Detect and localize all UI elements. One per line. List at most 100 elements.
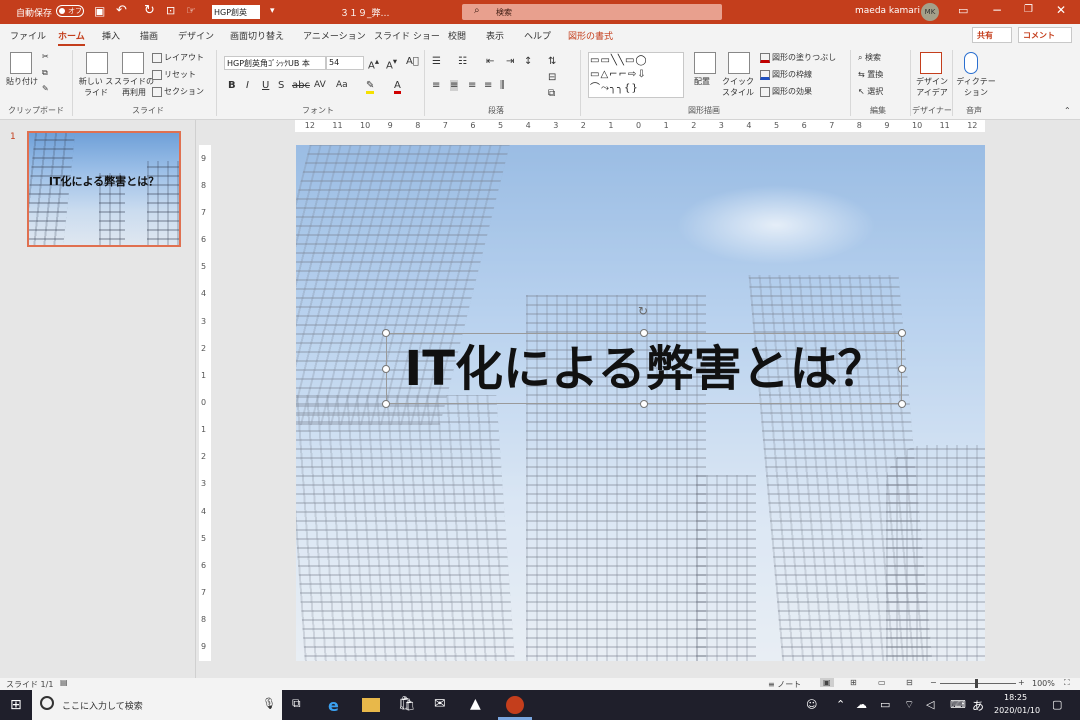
tab-home[interactable]: ホーム bbox=[58, 29, 85, 46]
reuse-slides-icon[interactable] bbox=[122, 52, 144, 74]
fit-slide-icon[interactable]: ⛶ bbox=[1064, 678, 1070, 688]
strike-icon[interactable]: abc bbox=[292, 80, 310, 91]
sorter-view-icon[interactable]: ⊞ bbox=[850, 678, 857, 687]
keyboard-icon[interactable]: ⌨ bbox=[950, 698, 966, 711]
resize-handle[interactable] bbox=[382, 365, 390, 373]
tab-review[interactable]: 校閲 bbox=[448, 29, 466, 42]
font-name-combo[interactable]: HGP創英角ｺﾞｼｯｸUB 本 bbox=[224, 56, 326, 70]
copy-icon[interactable]: ⧉ bbox=[42, 68, 48, 78]
select-button[interactable]: ↖ 選択 bbox=[858, 86, 883, 97]
shadow-icon[interactable]: S bbox=[278, 80, 284, 91]
notes-button[interactable]: ≡ ノート bbox=[768, 679, 801, 690]
bold-icon[interactable]: B bbox=[228, 80, 236, 91]
replace-button[interactable]: ⇆ 置換 bbox=[858, 69, 883, 80]
shape-outline-button[interactable]: 図形の枠線 bbox=[760, 69, 812, 80]
undo-icon[interactable]: ↶ bbox=[116, 3, 127, 18]
tab-transitions[interactable]: 画面切り替え bbox=[230, 29, 284, 42]
align-text-icon[interactable]: ⊟ bbox=[548, 72, 556, 83]
customize-icon[interactable]: ▾ bbox=[270, 6, 275, 16]
mail-icon[interactable]: ✉ bbox=[434, 696, 452, 714]
zoom-slider[interactable] bbox=[940, 683, 1016, 684]
windows-start-icon[interactable]: ⊞ bbox=[10, 697, 22, 713]
people-icon[interactable]: ☺ bbox=[806, 698, 817, 711]
smartart-icon[interactable]: ⧉ bbox=[548, 88, 555, 99]
justify-icon[interactable]: ≡ bbox=[484, 80, 492, 91]
shapes-gallery[interactable]: ▭▭╲╲▭◯ ▭△⌐⌐⇨⇩ ⌒⤳╮╮{} bbox=[588, 52, 684, 98]
zoom-level[interactable]: 100% bbox=[1032, 679, 1055, 688]
edge-icon[interactable]: e bbox=[328, 696, 346, 715]
powerpoint-icon[interactable] bbox=[506, 696, 524, 714]
bullets-icon[interactable]: ☰ bbox=[432, 56, 441, 67]
tab-shape-format[interactable]: 図形の書式 bbox=[568, 29, 613, 42]
text-direction-icon[interactable]: ⇅ bbox=[548, 56, 556, 67]
rotate-handle-icon[interactable]: ↻ bbox=[638, 304, 648, 318]
slide-thumbnail[interactable]: IT化による弊害とは？ bbox=[27, 131, 181, 247]
normal-view-icon[interactable]: ▣ bbox=[820, 678, 834, 687]
slideshow-view-icon[interactable]: ⊟ bbox=[906, 678, 913, 687]
line-spacing-icon[interactable]: ↕ bbox=[524, 56, 532, 67]
new-slide-button[interactable]: 新しい スライド bbox=[78, 76, 114, 98]
tab-animations[interactable]: アニメーション bbox=[303, 29, 366, 42]
slide-title[interactable]: IT化による弊害とは？ bbox=[387, 334, 903, 405]
touch-icon[interactable]: ☞ bbox=[186, 4, 196, 17]
font-size-combo[interactable]: 54 bbox=[326, 56, 364, 70]
paste-button[interactable]: 貼り付け bbox=[6, 76, 38, 87]
tab-design[interactable]: デザイン bbox=[178, 29, 214, 42]
resize-handle[interactable] bbox=[898, 400, 906, 408]
resize-handle[interactable] bbox=[640, 329, 648, 337]
paste-icon[interactable] bbox=[10, 52, 32, 74]
task-view-icon[interactable]: ⧉ bbox=[292, 696, 310, 714]
design-ideas-icon[interactable] bbox=[920, 52, 942, 74]
photos-icon[interactable]: ▲ bbox=[470, 696, 488, 714]
microphone-icon[interactable] bbox=[964, 52, 978, 74]
align-left-icon[interactable]: ≡ bbox=[432, 80, 440, 91]
network-icon[interactable]: ⌔ bbox=[904, 698, 914, 712]
layout-button[interactable]: レイアウト bbox=[152, 52, 204, 63]
reading-view-icon[interactable]: ▭ bbox=[878, 678, 886, 687]
find-button[interactable]: ⌕ 検索 bbox=[858, 52, 881, 63]
comment-button[interactable]: コメント bbox=[1018, 27, 1072, 43]
resize-handle[interactable] bbox=[382, 400, 390, 408]
section-button[interactable]: セクション bbox=[152, 86, 204, 97]
change-case-icon[interactable]: Aa bbox=[336, 80, 348, 90]
resize-handle[interactable] bbox=[898, 365, 906, 373]
microphone-icon[interactable]: 🎙 bbox=[262, 697, 276, 710]
align-right-icon[interactable]: ≡ bbox=[468, 80, 476, 91]
save-icon[interactable]: ▣ bbox=[94, 4, 105, 18]
battery-icon[interactable]: ▭ bbox=[880, 698, 890, 711]
design-ideas-button[interactable]: デザイン アイデア bbox=[914, 76, 950, 98]
highlight-icon[interactable]: ✎ bbox=[366, 80, 375, 94]
onedrive-icon[interactable]: ☁ bbox=[856, 698, 867, 711]
accessibility-icon[interactable]: ▤ bbox=[60, 678, 68, 687]
shrink-font-icon[interactable]: A▾ bbox=[386, 56, 397, 71]
zoom-in-icon[interactable]: + bbox=[1018, 678, 1025, 687]
char-spacing-icon[interactable]: AV bbox=[314, 80, 326, 90]
underline-icon[interactable]: U bbox=[262, 80, 269, 91]
arrange-button[interactable]: 配置 bbox=[694, 76, 710, 87]
search-box[interactable]: ⌕ 検索 bbox=[462, 4, 722, 20]
zoom-out-icon[interactable]: − bbox=[930, 678, 937, 687]
tab-help[interactable]: ヘルプ bbox=[524, 29, 551, 42]
volume-icon[interactable]: ◁ bbox=[926, 698, 934, 711]
close-icon[interactable]: ✕ bbox=[1056, 3, 1066, 17]
clock-time[interactable]: 18:25 bbox=[1004, 693, 1027, 702]
decrease-indent-icon[interactable]: ⇤ bbox=[486, 56, 494, 67]
taskbar-search[interactable]: ここに入力して検索 🎙 bbox=[32, 690, 282, 720]
tab-file[interactable]: ファイル bbox=[10, 29, 46, 42]
tab-view[interactable]: 表示 bbox=[486, 29, 504, 42]
ime-indicator[interactable]: あ bbox=[972, 697, 984, 714]
align-center-icon[interactable]: ≡ bbox=[450, 80, 459, 91]
grow-font-icon[interactable]: A▴ bbox=[368, 56, 379, 71]
title-textbox[interactable]: IT化による弊害とは？ ↻ bbox=[382, 304, 906, 408]
clear-format-icon[interactable]: A⃠ bbox=[406, 56, 419, 67]
notification-icon[interactable]: ▢ bbox=[1052, 698, 1062, 711]
share-button[interactable]: 共有 bbox=[972, 27, 1012, 43]
cut-icon[interactable]: ✂ bbox=[42, 52, 49, 61]
italic-icon[interactable]: I bbox=[246, 80, 249, 91]
font-color-icon[interactable]: A bbox=[394, 80, 401, 94]
dictate-button[interactable]: ディクテー ション bbox=[956, 76, 996, 98]
resize-handle[interactable] bbox=[640, 400, 648, 408]
resize-handle[interactable] bbox=[898, 329, 906, 337]
resize-handle[interactable] bbox=[382, 329, 390, 337]
avatar[interactable]: MK bbox=[921, 3, 939, 21]
